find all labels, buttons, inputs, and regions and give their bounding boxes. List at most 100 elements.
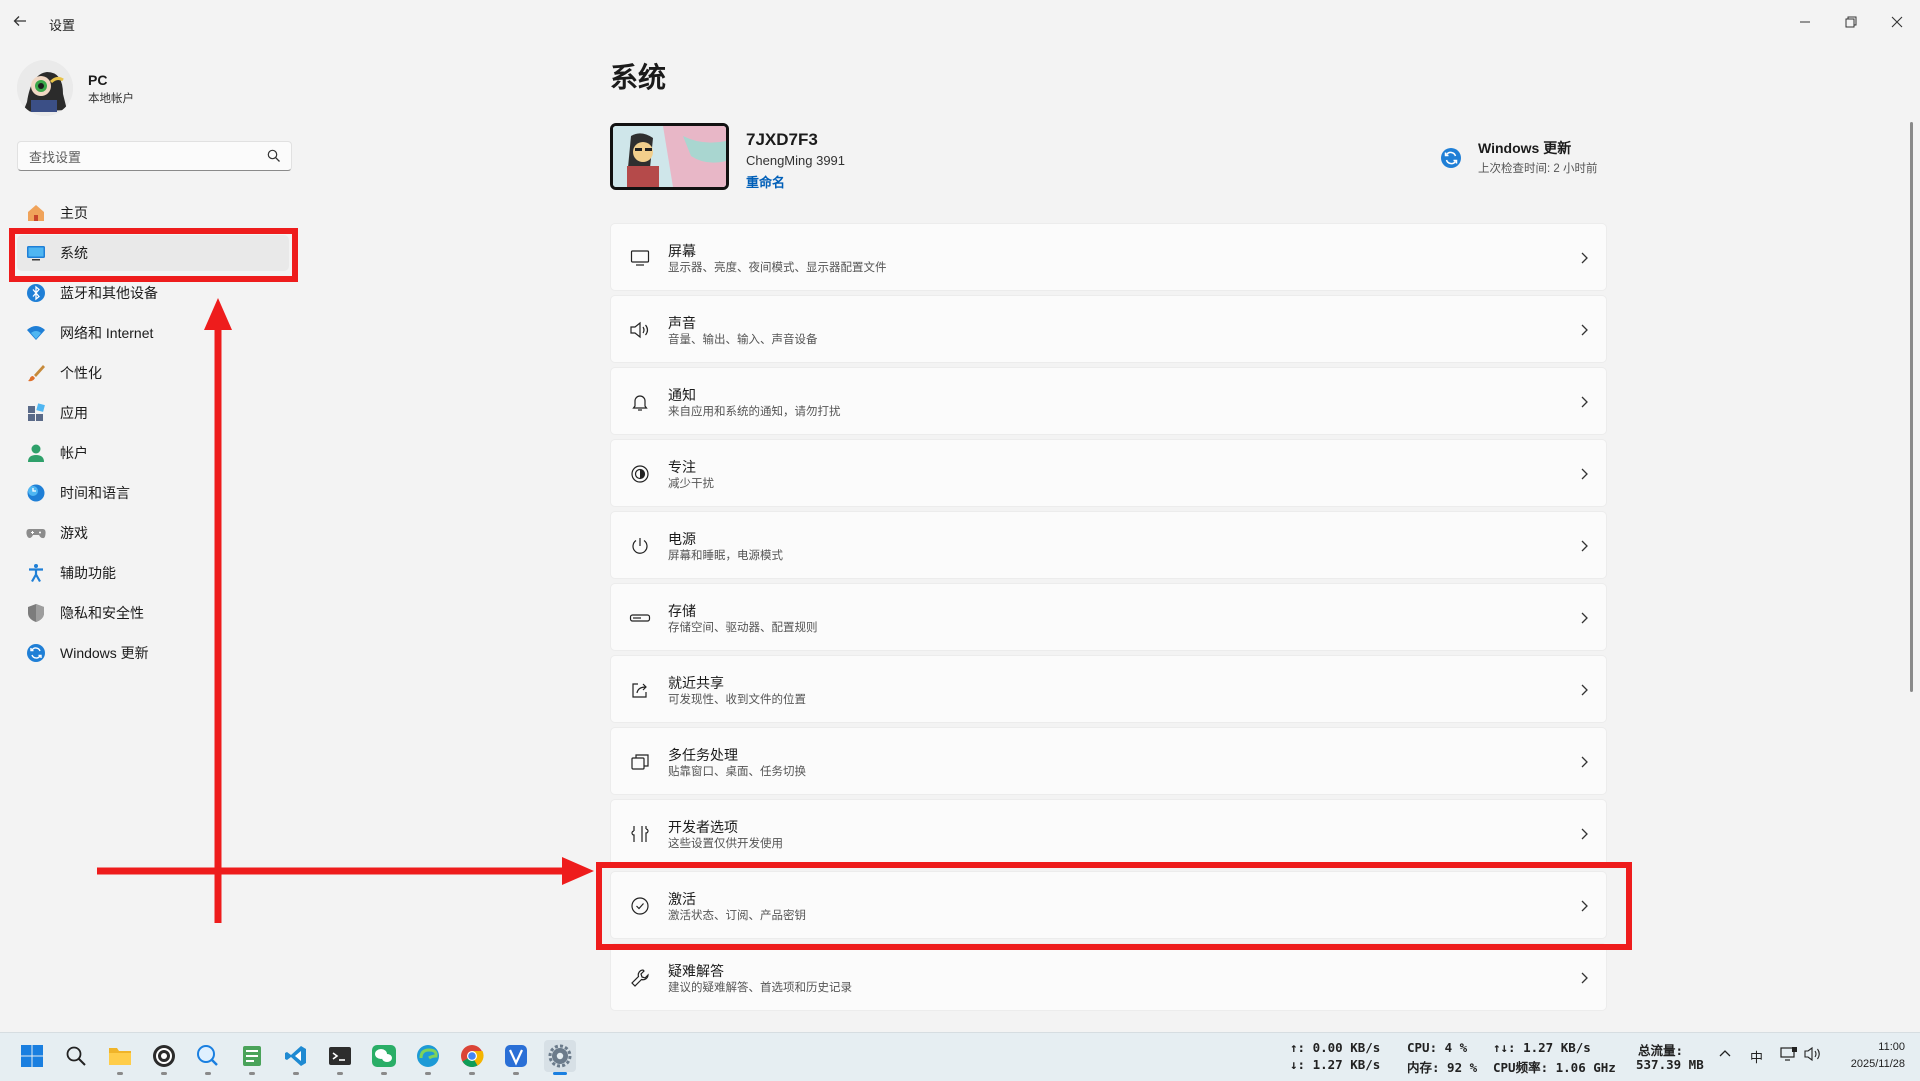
- device-model: ChengMing 3991: [746, 153, 846, 168]
- accessibility-icon: [25, 562, 47, 584]
- chevron-right-icon: [1581, 756, 1588, 768]
- settings-row-notifications[interactable]: 通知 来自应用和系统的通知，请勿打扰: [610, 367, 1607, 435]
- brush-icon: [25, 362, 47, 384]
- taskbar-search-button[interactable]: [60, 1040, 92, 1072]
- clock-time[interactable]: 11:00: [1850, 1041, 1905, 1053]
- settings-row-sound[interactable]: 声音 音量、输出、输入、声音设备: [610, 295, 1607, 363]
- device-name: 7JXD7F3: [746, 130, 818, 149]
- chevron-right-icon: [1581, 396, 1588, 408]
- close-button[interactable]: [1874, 6, 1920, 38]
- search-box[interactable]: [17, 141, 292, 171]
- chevron-right-icon: [1581, 900, 1588, 912]
- settings-row-developer[interactable]: 开发者选项 这些设置仅供开发使用: [610, 799, 1607, 867]
- total-net-rate: ↑↓: 1.27 KB/s: [1493, 1040, 1591, 1055]
- settings-row-power[interactable]: 电源 屏幕和睡眠，电源模式: [610, 511, 1607, 579]
- row-subtitle: 存储空间、驱动器、配置规则: [668, 622, 818, 634]
- power-icon: [628, 534, 652, 558]
- nav-item-label: 网络和 Internet: [60, 325, 154, 341]
- settings-row-multitasking[interactable]: 多任务处理 贴靠窗口、桌面、任务切换: [610, 727, 1607, 795]
- back-button[interactable]: [12, 13, 34, 33]
- system-settings-list: 屏幕 显示器、亮度、夜间模式、显示器配置文件 声音 音量、输出、输入、声音设备 …: [610, 223, 1607, 1015]
- total-flow-value: 537.39 MB: [1636, 1057, 1704, 1072]
- network-status[interactable]: [1780, 1046, 1798, 1065]
- rename-link[interactable]: 重命名: [746, 172, 785, 191]
- share-icon: [628, 678, 652, 702]
- taskbar-vscode[interactable]: [280, 1040, 312, 1075]
- nav-item-accessibility[interactable]: 辅助功能: [17, 555, 289, 591]
- windows-update-title[interactable]: Windows 更新: [1478, 138, 1571, 158]
- settings-row-focus[interactable]: 专注 减少干扰: [610, 439, 1607, 507]
- multitask-icon: [628, 750, 652, 774]
- chevron-right-icon: [1581, 540, 1588, 552]
- row-subtitle: 建议的疑难解答、首选项和历史记录: [668, 982, 852, 994]
- vertical-scrollbar[interactable]: [1910, 122, 1913, 692]
- row-title: 通知: [668, 387, 696, 403]
- nav-item-label: 游戏: [60, 525, 88, 541]
- network-icon: [25, 322, 47, 344]
- row-title: 声音: [668, 315, 696, 331]
- row-subtitle: 这些设置仅供开发使用: [668, 838, 783, 850]
- row-title: 专注: [668, 459, 696, 475]
- row-subtitle: 减少干扰: [668, 478, 714, 490]
- avatar[interactable]: [17, 60, 73, 116]
- nav-item-personalization[interactable]: 个性化: [17, 355, 289, 391]
- nav-item-label: 隐私和安全性: [60, 605, 144, 621]
- chevron-right-icon: [1581, 468, 1588, 480]
- row-subtitle: 可发现性、收到文件的位置: [668, 694, 806, 706]
- volume-status[interactable]: [1804, 1046, 1822, 1065]
- minimize-icon: [1800, 21, 1810, 23]
- taskbar-edge[interactable]: [412, 1040, 444, 1075]
- nav-item-home[interactable]: 主页: [17, 195, 289, 231]
- gamepad-icon: [25, 522, 47, 544]
- search-icon[interactable]: [267, 149, 281, 163]
- nav-item-apps[interactable]: 应用: [17, 395, 289, 431]
- settings-row-storage[interactable]: 存储 存储空间、驱动器、配置规则: [610, 583, 1607, 651]
- windows-update-icon[interactable]: [1440, 147, 1462, 169]
- row-title: 激活: [668, 891, 696, 907]
- minimize-button[interactable]: [1782, 6, 1828, 38]
- cpu-frequency: CPU频率: 1.06 GHz: [1493, 1060, 1616, 1075]
- taskbar-wechat[interactable]: [368, 1040, 400, 1075]
- window-title: 设置: [49, 18, 76, 33]
- start-button[interactable]: [16, 1040, 48, 1072]
- tray-overflow-button[interactable]: [1718, 1047, 1732, 1064]
- taskbar-app-obs[interactable]: [148, 1040, 180, 1075]
- ime-indicator[interactable]: 中: [1750, 1047, 1763, 1066]
- chevron-right-icon: [1581, 684, 1588, 696]
- taskbar-settings[interactable]: [544, 1040, 576, 1075]
- taskbar-app-editor[interactable]: [236, 1040, 268, 1075]
- home-icon: [25, 202, 47, 224]
- nav-item-windows-update[interactable]: Windows 更新: [17, 635, 289, 671]
- taskbar-app-chat[interactable]: [192, 1040, 224, 1075]
- nav-item-network[interactable]: 网络和 Internet: [17, 315, 289, 351]
- cpu-usage: CPU: 4 %: [1407, 1040, 1468, 1055]
- row-subtitle: 激活状态、订阅、产品密钥: [668, 910, 806, 922]
- nav-item-accounts[interactable]: 帐户: [17, 435, 289, 471]
- monitor-icon: [628, 246, 652, 270]
- taskbar-file-explorer[interactable]: [104, 1040, 136, 1075]
- taskbar-terminal[interactable]: [324, 1040, 356, 1075]
- clock-date[interactable]: 2025/11/28: [1838, 1058, 1905, 1070]
- avatar-image: [17, 60, 73, 116]
- nav-item-time-language[interactable]: 时间和语言: [17, 475, 289, 511]
- nav-item-system[interactable]: 系统: [17, 235, 289, 271]
- taskbar-app-v[interactable]: [500, 1040, 532, 1075]
- nav-item-bluetooth[interactable]: 蓝牙和其他设备: [17, 275, 289, 311]
- settings-row-display[interactable]: 屏幕 显示器、亮度、夜间模式、显示器配置文件: [610, 223, 1607, 291]
- settings-row-nearby-sharing[interactable]: 就近共享 可发现性、收到文件的位置: [610, 655, 1607, 723]
- speaker-icon: [628, 318, 652, 342]
- row-subtitle: 音量、输出、输入、声音设备: [668, 334, 818, 346]
- settings-gear-icon: [548, 1044, 572, 1068]
- system-icon: [25, 242, 47, 264]
- developer-icon: [628, 822, 652, 846]
- obs-icon: [153, 1045, 175, 1067]
- search-input[interactable]: [27, 147, 251, 167]
- restore-button[interactable]: [1828, 6, 1874, 38]
- chevron-right-icon: [1581, 324, 1588, 336]
- nav-item-privacy[interactable]: 隐私和安全性: [17, 595, 289, 631]
- nav-item-gaming[interactable]: 游戏: [17, 515, 289, 551]
- settings-row-troubleshoot[interactable]: 疑难解答 建议的疑难解答、首选项和历史记录: [610, 943, 1607, 1011]
- taskbar-chrome[interactable]: [456, 1040, 488, 1075]
- settings-row-activation[interactable]: 激活 激活状态、订阅、产品密钥: [610, 871, 1607, 939]
- chevron-right-icon: [1581, 252, 1588, 264]
